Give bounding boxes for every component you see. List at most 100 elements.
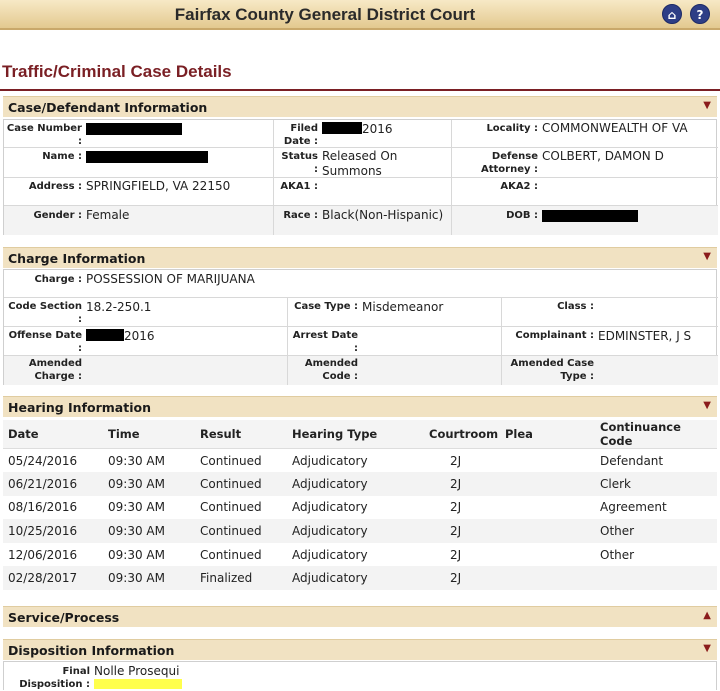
hearing-courtroom: 2J <box>450 500 462 515</box>
complainant-label: Complainant : <box>515 330 594 341</box>
hearing-courtroom: 2J <box>450 547 462 562</box>
amended-charge-label: Amended Charge : <box>28 358 82 382</box>
column-header: Hearing Type <box>287 420 424 449</box>
column-header: Result <box>195 420 287 449</box>
hearing-continuance-code: Defendant <box>600 453 664 468</box>
collapse-arrow-icon[interactable]: ▼ <box>703 643 711 654</box>
class-label: Class : <box>557 301 594 312</box>
hearing-date: 10/25/2016 <box>3 519 103 543</box>
code-section-cell: Code Section : 18.2-250.1 <box>4 298 288 327</box>
service-section-header[interactable]: Service/Process ▲ <box>3 606 717 627</box>
aka1-cell: AKA1 : <box>274 178 452 206</box>
column-header: Courtroom <box>424 420 500 449</box>
hearing-continuance-code: Agreement <box>600 500 667 515</box>
collapse-arrow-icon[interactable]: ▼ <box>703 251 711 262</box>
charge-value: POSSESSION OF MARIJUANA <box>86 272 255 286</box>
service-section-title: Service/Process <box>8 610 120 625</box>
final-disposition-label: Final Disposition : <box>19 666 90 690</box>
column-header: Continuance Code <box>595 420 717 449</box>
filed-date-value: 2016 <box>322 122 393 137</box>
locality-label: Locality : <box>486 123 538 134</box>
hearing-type: Adjudicatory <box>292 453 368 468</box>
table-row: 02/28/2017 09:30 AM Finalized Adjudicato… <box>3 566 717 591</box>
hearing-result: Continued <box>195 472 287 496</box>
offense-date-label: Offense Date : <box>8 330 82 354</box>
collapse-arrow-icon[interactable]: ▼ <box>703 100 711 111</box>
hearing-time: 09:30 AM <box>108 547 165 562</box>
charge-section-title: Charge Information <box>8 251 146 266</box>
status-label: Status : <box>281 151 318 175</box>
hearing-section-title: Hearing Information <box>8 400 151 415</box>
highlight-mark <box>94 679 182 689</box>
hearing-courtroom: 2J <box>424 519 500 543</box>
hearing-plea <box>500 496 595 520</box>
address-cell: Address : SPRINGFIELD, VA 22150 <box>4 178 274 206</box>
case-number-value <box>86 123 182 138</box>
amended-code-cell: Amended Code : <box>288 356 502 385</box>
hearing-date: 06/21/2016 <box>3 472 103 496</box>
hearing-courtroom: 2J <box>424 566 500 591</box>
amended-case-type-cell: Amended Case Type : <box>502 356 718 385</box>
hearing-result: Continued <box>200 500 262 515</box>
case-panel: Case Number : Filed Date : 2016 Locality… <box>3 119 718 235</box>
table-row: 05/24/2016 09:30 AM Continued Adjudicato… <box>3 449 717 473</box>
hearing-date: 02/28/2017 <box>3 566 103 591</box>
hearing-result: Finalized <box>195 566 287 591</box>
hearing-continuance-code <box>595 566 717 591</box>
arrest-date-cell: Arrest Date : <box>288 327 502 356</box>
locality-cell: Locality : COMMONWEALTH OF VA <box>452 120 718 148</box>
filed-date-label: Filed Date : <box>283 123 318 147</box>
case-section-header[interactable]: Case/Defendant Information ▼ <box>3 96 717 117</box>
hearing-plea <box>500 449 595 473</box>
final-disposition-value: Nolle Prosequi <box>94 664 182 689</box>
hearing-plea <box>500 543 595 567</box>
column-header: Date <box>3 420 103 449</box>
hearing-result: Continued <box>200 453 262 468</box>
defense-attorney-value: COLBERT, DAMON D <box>542 149 664 163</box>
hearing-time: 09:30 AM <box>103 519 195 543</box>
hearing-date: 05/24/2016 <box>8 453 78 468</box>
address-value: SPRINGFIELD, VA 22150 <box>86 179 231 193</box>
aka1-label: AKA1 : <box>280 181 318 192</box>
code-section-value: 18.2-250.1 <box>86 300 152 314</box>
help-icon[interactable]: ? <box>690 4 710 24</box>
name-label: Name : <box>42 151 82 162</box>
disposition-panel: Final Disposition : Nolle Prosequi <box>3 661 717 690</box>
expand-arrow-icon[interactable]: ▲ <box>703 610 711 621</box>
hearing-courtroom: 2J <box>424 472 500 496</box>
offense-date-cell: Offense Date : 2016 <box>4 327 288 356</box>
hearing-type: Adjudicatory <box>292 547 368 562</box>
redaction-bar <box>322 122 362 134</box>
disposition-section-header[interactable]: Disposition Information ▼ <box>3 639 717 660</box>
address-label: Address : <box>28 181 82 192</box>
app-header: Fairfax County General District Court ⌂ … <box>0 0 720 30</box>
redaction-bar <box>542 210 638 222</box>
arrest-date-label: Arrest Date : <box>292 330 358 354</box>
hearing-continuance-code: Other <box>600 547 635 562</box>
page-title: Traffic/Criminal Case Details <box>2 62 232 81</box>
hearing-table: Date Time Result Hearing Type Courtroom … <box>3 420 717 591</box>
amended-case-type-label: Amended Case Type : <box>510 358 594 382</box>
hearing-plea <box>500 472 595 496</box>
court-title: Fairfax County General District Court <box>174 5 476 24</box>
hearing-date: 08/16/2016 <box>8 500 78 515</box>
hearing-continuance-code: Clerk <box>595 472 717 496</box>
aka2-cell: AKA2 : <box>452 178 718 206</box>
dob-value <box>542 210 638 225</box>
hearing-time: 09:30 AM <box>103 472 195 496</box>
hearing-plea <box>500 519 595 543</box>
amended-code-label: Amended Code : <box>304 358 358 382</box>
home-icon[interactable]: ⌂ <box>662 4 682 24</box>
complainant-cell: Complainant : EDMINSTER, J S <box>502 327 718 356</box>
status-value: Released On Summons <box>322 149 398 178</box>
title-divider <box>0 89 720 91</box>
hearing-type: Adjudicatory <box>287 472 424 496</box>
gender-value: Female <box>86 208 130 222</box>
hearing-section-header[interactable]: Hearing Information ▼ <box>3 396 717 417</box>
hearing-type: Adjudicatory <box>292 500 368 515</box>
filed-date-cell: Filed Date : 2016 <box>274 120 452 148</box>
hearing-continuance-code: Other <box>595 519 717 543</box>
charge-label: Charge : <box>34 274 82 285</box>
collapse-arrow-icon[interactable]: ▼ <box>703 400 711 411</box>
charge-section-header[interactable]: Charge Information ▼ <box>3 247 717 268</box>
